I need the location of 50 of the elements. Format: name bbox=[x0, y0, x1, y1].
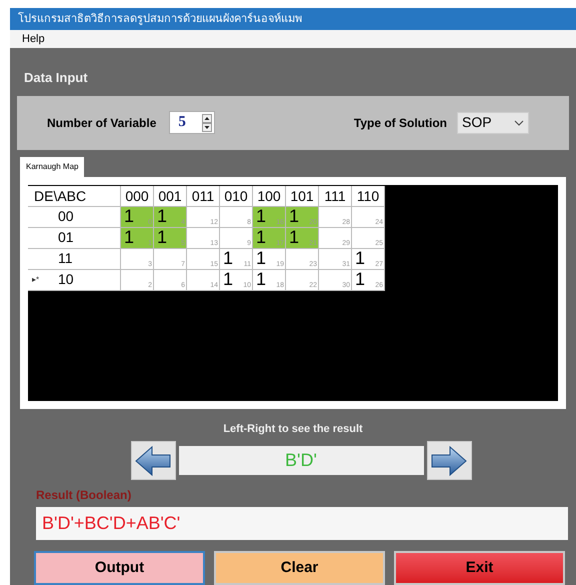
column-header: 001 bbox=[154, 186, 186, 206]
spin-up-icon[interactable] bbox=[202, 114, 212, 122]
cell-value: 1 bbox=[256, 206, 266, 226]
column-header: 101 bbox=[286, 186, 318, 206]
chevron-down-icon bbox=[514, 120, 524, 126]
result-label: Result (Boolean) bbox=[35, 487, 132, 504]
next-button[interactable] bbox=[426, 441, 472, 480]
cell-value: 1 bbox=[124, 206, 134, 226]
cell-value: 1 bbox=[157, 206, 168, 226]
row-marker: ▸* bbox=[32, 274, 40, 284]
section-heading: Data Input bbox=[23, 69, 89, 87]
column-header: 000 bbox=[121, 186, 153, 206]
variable-label: Number of Variable bbox=[47, 114, 156, 132]
column-header: 110 bbox=[352, 186, 384, 206]
cell-value: 1 bbox=[223, 268, 234, 288]
cell-value: 1 bbox=[124, 226, 134, 246]
action-button[interactable]: Clear bbox=[214, 551, 385, 585]
cell-value: 1 bbox=[256, 226, 266, 246]
spin-down-icon[interactable] bbox=[202, 122, 212, 132]
right-arrow-icon bbox=[430, 444, 468, 476]
cell-value: 1 bbox=[355, 248, 366, 268]
corner-header: DE\ABC bbox=[28, 186, 120, 206]
cell-value: 1 bbox=[256, 248, 266, 268]
column-header: 011 bbox=[187, 186, 219, 206]
cell-value: 1 bbox=[157, 226, 168, 246]
action-button[interactable]: Output bbox=[34, 551, 205, 585]
left-arrow-icon bbox=[134, 444, 172, 476]
column-header: 100 bbox=[253, 186, 285, 206]
cell-value: 1 bbox=[289, 226, 300, 246]
row-header: 01 bbox=[58, 228, 74, 247]
result-field[interactable]: B'D'+BC'D+AB'C' bbox=[36, 507, 568, 540]
previous-button[interactable] bbox=[130, 441, 176, 480]
action-button[interactable]: Exit bbox=[394, 551, 565, 585]
term-field: B'D' bbox=[178, 446, 424, 475]
cell-value: 1 bbox=[355, 268, 366, 288]
window-title: โปรแกรมสาธิตวิธีการลดรูปสมการด้วยแผนผังคาร์นอจห์แมพ bbox=[18, 10, 302, 27]
cell-value: 1 bbox=[289, 206, 300, 226]
row-header: 00 bbox=[58, 207, 74, 226]
column-header: 111 bbox=[319, 186, 351, 206]
variable-spinner[interactable]: 5 bbox=[169, 111, 216, 134]
row-header: 11 bbox=[58, 249, 73, 268]
row-header: 10 bbox=[58, 270, 74, 289]
cell-value: 1 bbox=[256, 268, 266, 288]
navigator-hint: Left-Right to see the result bbox=[222, 422, 364, 436]
solution-dropdown[interactable]: SOP bbox=[457, 112, 529, 134]
solution-label: Type of Solution bbox=[354, 114, 447, 132]
menu-item[interactable]: Help bbox=[22, 30, 45, 48]
column-header: 010 bbox=[220, 186, 252, 206]
tab[interactable]: Karnaugh Map bbox=[20, 156, 84, 176]
cell-value: 1 bbox=[223, 248, 234, 268]
